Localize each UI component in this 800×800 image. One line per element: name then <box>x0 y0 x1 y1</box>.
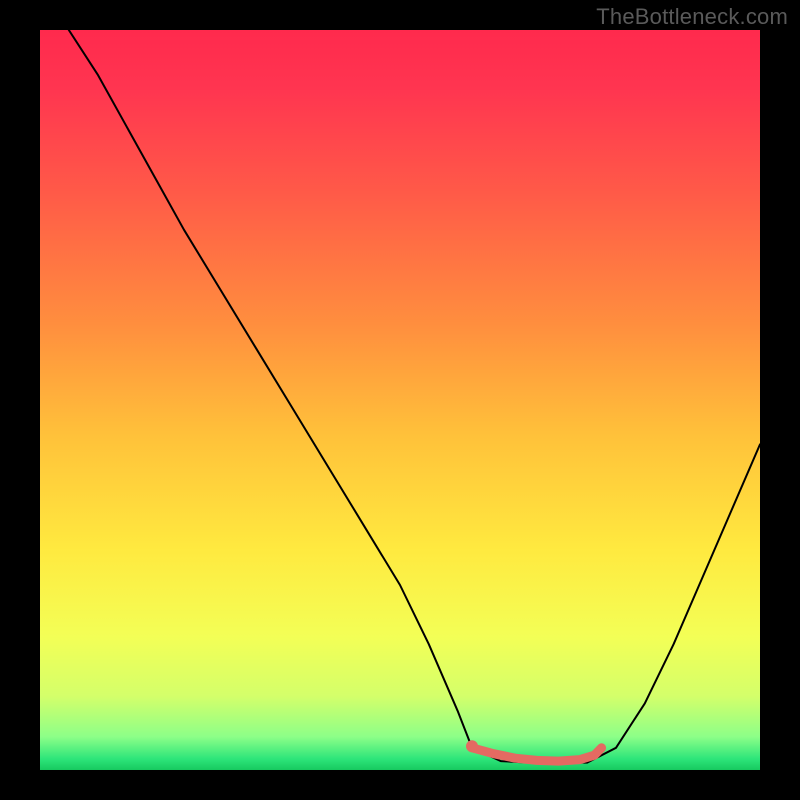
attribution-label: TheBottleneck.com <box>596 4 788 30</box>
background-rect <box>40 30 760 770</box>
marker-layer <box>466 740 478 752</box>
plot-area <box>40 30 760 770</box>
optimal-start-dot <box>466 740 478 752</box>
chart-frame: TheBottleneck.com <box>0 0 800 800</box>
chart-svg <box>40 30 760 770</box>
